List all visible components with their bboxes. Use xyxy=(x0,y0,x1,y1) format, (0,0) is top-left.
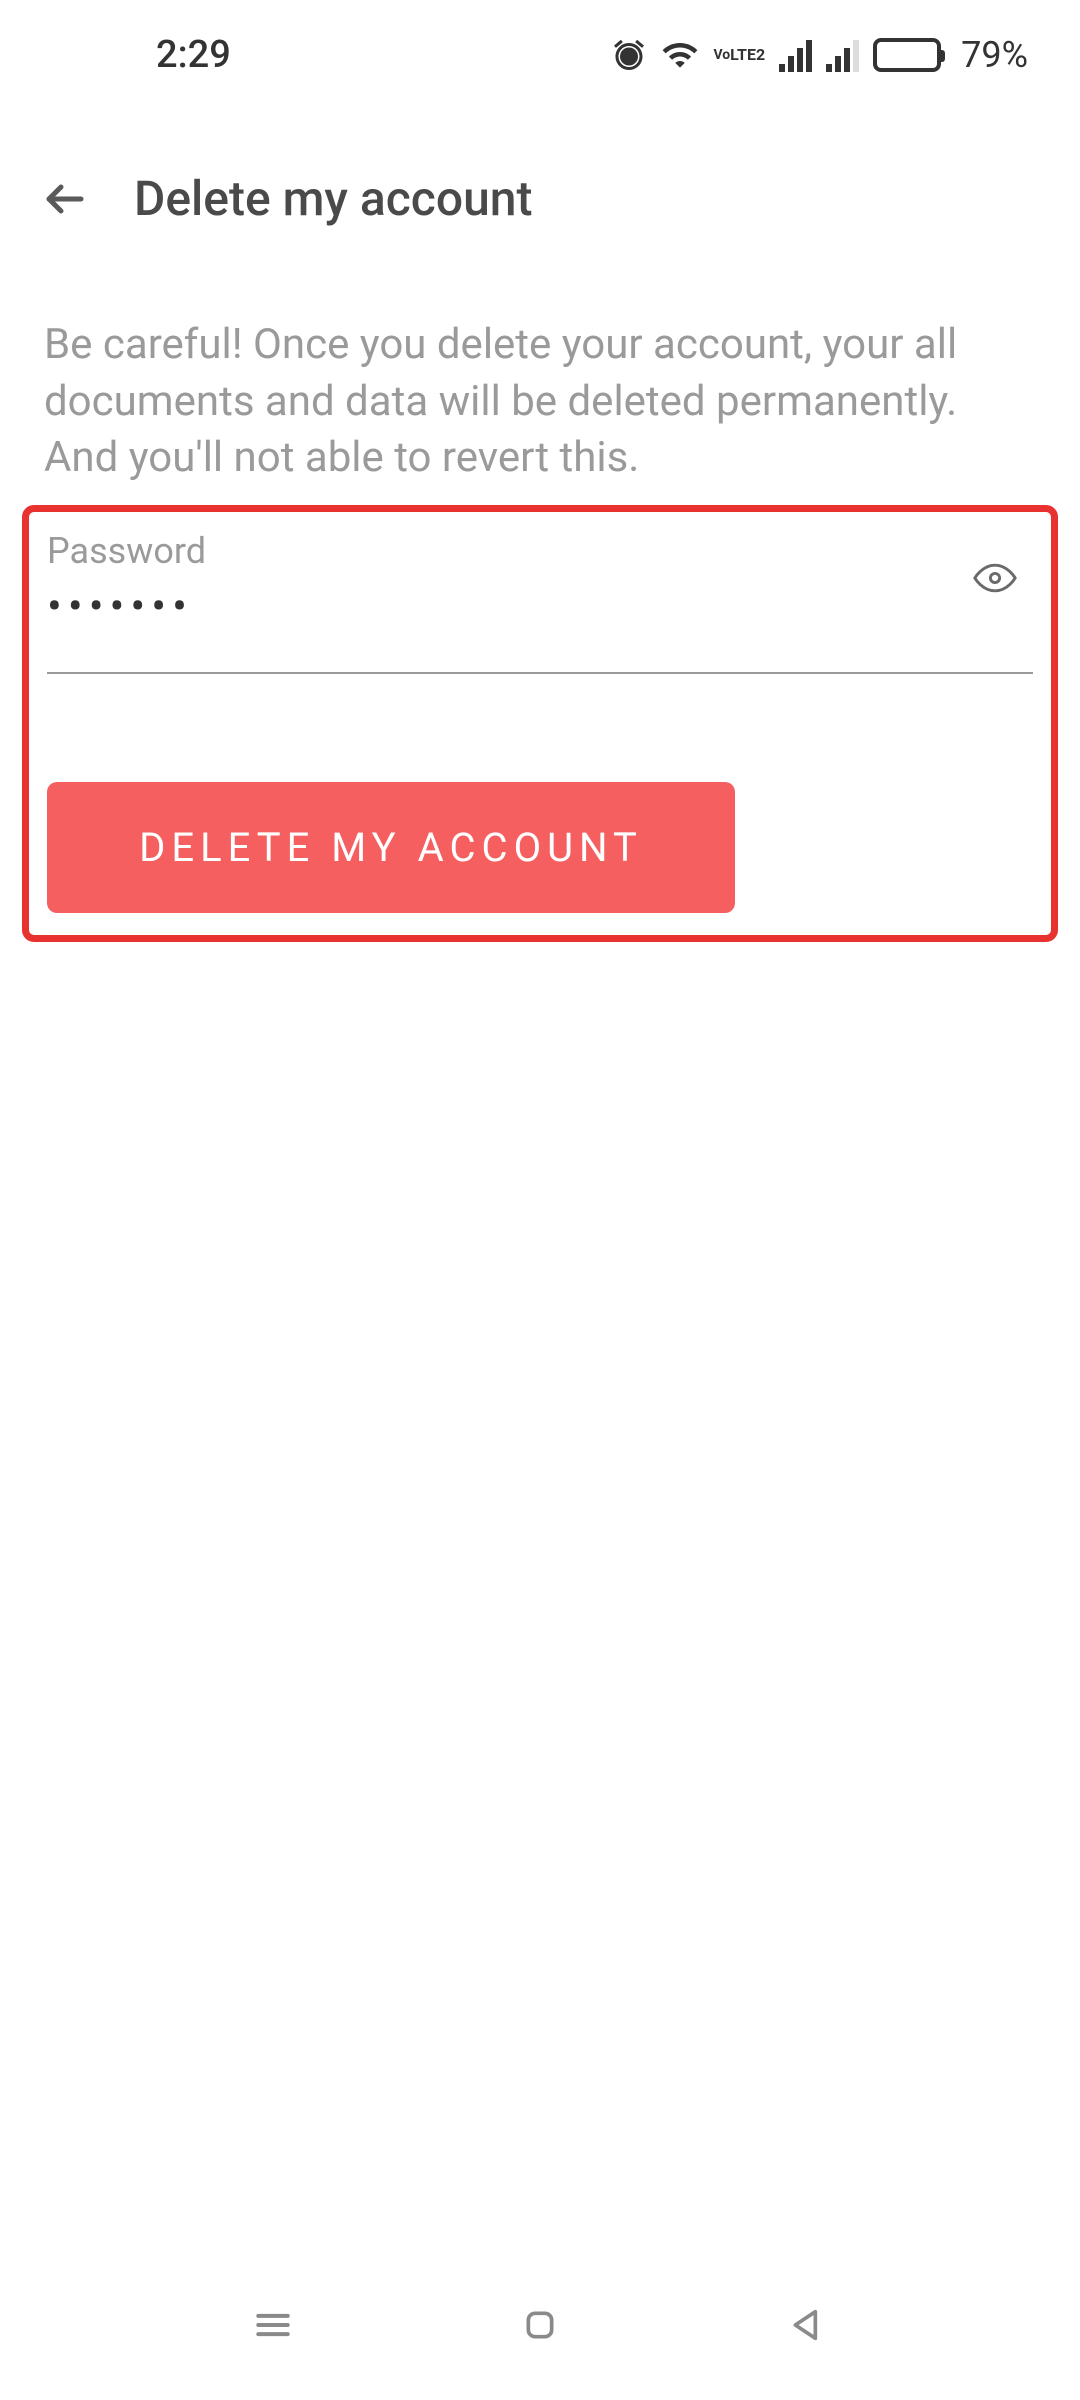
app-bar: Delete my account xyxy=(0,110,1080,267)
back-button[interactable] xyxy=(40,174,90,224)
status-bar: 2:29 Vo LTE2 xyxy=(0,0,1080,110)
nav-home-button[interactable] xyxy=(512,2297,568,2353)
nav-recent-button[interactable] xyxy=(245,2297,301,2353)
delete-account-button[interactable]: DELETE MY ACCOUNT xyxy=(47,782,735,913)
nav-back-button[interactable] xyxy=(779,2297,835,2353)
password-visibility-toggle[interactable] xyxy=(971,554,1019,602)
signal-icon-1 xyxy=(779,38,812,72)
highlight-annotation-box: Password DELETE MY ACCOUNT xyxy=(22,505,1058,942)
wifi-icon xyxy=(661,36,699,74)
password-label: Password xyxy=(47,530,1033,572)
signal-icon-2 xyxy=(826,38,859,72)
volte-indicator: Vo LTE2 xyxy=(713,48,765,62)
battery-icon xyxy=(873,38,941,72)
main-content: Be careful! Once you delete your account… xyxy=(0,267,1080,942)
password-field: Password xyxy=(47,530,1033,674)
warning-text: Be careful! Once you delete your account… xyxy=(44,317,1036,487)
alarm-icon xyxy=(611,37,647,73)
password-input[interactable] xyxy=(47,580,934,632)
battery-percentage: 79% xyxy=(961,34,1028,76)
page-title: Delete my account xyxy=(134,170,532,227)
status-icons: Vo LTE2 79% xyxy=(611,34,1028,76)
status-time: 2:29 xyxy=(156,33,231,77)
android-nav-bar xyxy=(0,2250,1080,2400)
